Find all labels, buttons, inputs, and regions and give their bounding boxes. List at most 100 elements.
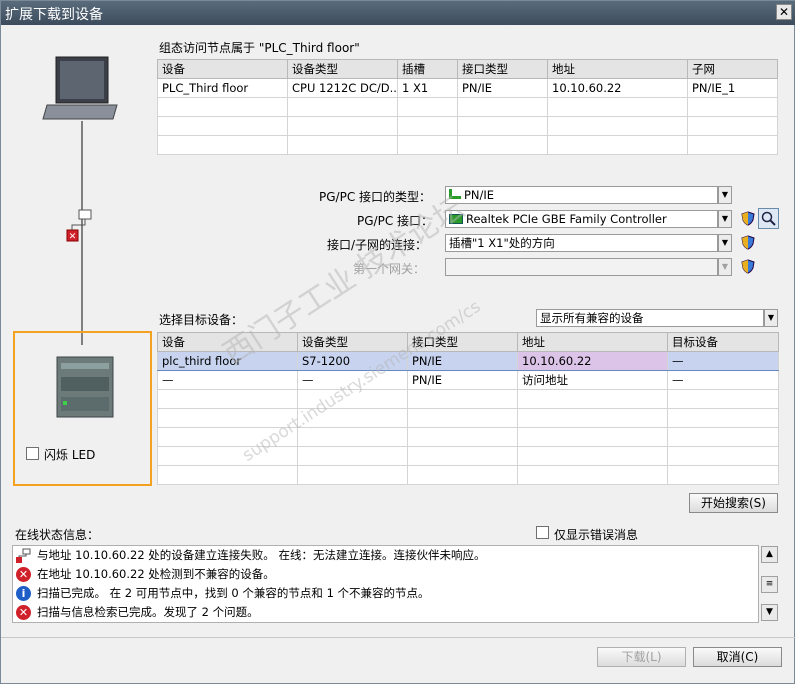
pnie-icon	[449, 189, 461, 199]
network-card-icon	[449, 214, 463, 224]
cell-device-type: S7-1200	[297, 351, 408, 371]
error-icon: ✕	[16, 605, 31, 620]
col-slot: 插槽	[397, 59, 458, 79]
status-message-text: 扫描已完成。 在 2 可用节点中，找到 0 个兼容的节点和 1 个不兼容的节点。	[37, 586, 430, 600]
col-device: 设备	[157, 332, 298, 352]
pgpc-type-label: PG/PC 接口的类型：	[319, 190, 432, 204]
col-interface-type: 接口类型	[407, 332, 518, 352]
pgpc-laptop-icon	[42, 56, 118, 120]
table-row-empty	[157, 97, 778, 117]
scroll-up-icon[interactable]: ▲	[761, 546, 778, 563]
table-row-empty	[157, 116, 778, 136]
pgpc-interface-value: Realtek PCIe GBE Family Controller	[466, 212, 667, 226]
target-filter-value: 显示所有兼容的设备	[540, 311, 644, 325]
footer-divider	[1, 637, 795, 638]
subnet-connection-value: 插槽"1 X1"处的方向	[449, 236, 555, 250]
download-button: 下载(L)	[597, 647, 686, 667]
config-heading: 组态访问节点属于 "PLC_Third floor"	[159, 41, 360, 55]
gateway-select	[445, 258, 718, 276]
connection-error-icon	[16, 548, 31, 563]
status-scrollbar[interactable]: ▲ ≡ ▼	[761, 545, 780, 623]
cell-address: 10.10.60.22	[547, 78, 688, 98]
dialog-window: 扩展下载到设备 ✕ ✕ 闪烁 LED 组态访问节点属于 "PLC_Third f…	[0, 0, 795, 684]
cancel-button[interactable]: 取消(C)	[693, 647, 782, 667]
table-row-empty	[157, 389, 779, 409]
table-row[interactable]: — — PN/IE 访问地址 —	[157, 370, 779, 390]
config-node-table: 设备 设备类型 插槽 接口类型 地址 子网 PLC_Third floor CP…	[157, 59, 778, 155]
status-message: 与地址 10.10.60.22 处的设备建立连接失败。 在线：无法建立连接。连接…	[13, 546, 760, 565]
cell-interface-type: PN/IE	[407, 370, 518, 390]
col-device-type: 设备类型	[297, 332, 408, 352]
magnifier-icon	[761, 211, 776, 226]
status-message-text: 扫描与信息检索已完成。发现了 2 个问题。	[37, 605, 259, 619]
shield-icon[interactable]	[741, 235, 755, 250]
col-interface-type: 接口类型	[457, 59, 548, 79]
status-message-text: 与地址 10.10.60.22 处的设备建立连接失败。 在线：无法建立连接。连接…	[37, 548, 486, 562]
cell-device: plc_third floor	[157, 351, 298, 371]
table-row[interactable]: PLC_Third floor CPU 1212C DC/D... 1 X1 P…	[157, 78, 778, 98]
network-switch-icon: ✕	[66, 209, 92, 242]
error-icon: ✕	[16, 567, 31, 582]
cell-target-device: —	[667, 370, 779, 390]
table-row-empty	[157, 135, 778, 155]
scroll-thumb[interactable]: ≡	[761, 576, 778, 593]
cell-interface-type: PN/IE	[407, 351, 518, 371]
errors-only-label: 仅显示错误消息	[554, 528, 639, 542]
scroll-down-icon[interactable]: ▼	[761, 604, 778, 621]
col-device: 设备	[157, 59, 288, 79]
table-row-empty	[157, 427, 779, 447]
cell-slot: 1 X1	[397, 78, 458, 98]
cell-subnet: PN/IE_1	[687, 78, 778, 98]
cell-address: 10.10.60.22	[517, 351, 668, 371]
cell-device: PLC_Third floor	[157, 78, 288, 98]
table-row-empty	[157, 446, 779, 466]
errors-only-checkbox[interactable]	[536, 526, 549, 539]
info-icon: i	[16, 586, 31, 601]
pgpc-type-dropdown-icon[interactable]: ▼	[718, 186, 732, 204]
cell-target-device: —	[667, 351, 779, 371]
target-device-label: 选择目标设备：	[159, 313, 244, 327]
pgpc-type-select[interactable]: PN/IE	[445, 186, 718, 204]
col-target-device: 目标设备	[667, 332, 779, 352]
flash-led-label: 闪烁 LED	[44, 448, 96, 462]
svg-text:✕: ✕	[69, 232, 77, 242]
shield-icon[interactable]	[741, 211, 755, 226]
cell-address[interactable]: 访问地址	[517, 370, 668, 390]
table-row-empty	[157, 408, 779, 428]
status-message-text: 在地址 10.10.60.22 处检测到不兼容的设备。	[37, 567, 275, 581]
pgpc-type-value: PN/IE	[464, 188, 495, 202]
target-filter-select[interactable]: 显示所有兼容的设备	[536, 309, 764, 327]
target-filter-dropdown-icon[interactable]: ▼	[764, 309, 778, 327]
online-status-label: 在线状态信息：	[15, 528, 100, 542]
shield-icon[interactable]	[741, 259, 755, 274]
pgpc-interface-select[interactable]: Realtek PCIe GBE Family Controller	[445, 210, 718, 228]
plc-device-icon	[56, 356, 114, 418]
table-header-row: 设备 设备类型 接口类型 地址 目标设备	[157, 332, 779, 352]
subnet-connection-dropdown-icon[interactable]: ▼	[718, 234, 732, 252]
status-message: ✕ 在地址 10.10.60.22 处检测到不兼容的设备。	[13, 565, 760, 584]
subnet-connection-select[interactable]: 插槽"1 X1"处的方向	[445, 234, 718, 252]
start-search-button[interactable]: 开始搜索(S)	[689, 493, 778, 513]
col-address: 地址	[547, 59, 688, 79]
cell-device-type: CPU 1212C DC/D...	[287, 78, 398, 98]
target-device-panel: 闪烁 LED	[13, 331, 152, 486]
diagnostics-button[interactable]	[758, 208, 779, 229]
table-row-selected[interactable]: plc_third floor S7-1200 PN/IE 10.10.60.2…	[157, 351, 779, 371]
table-row-empty	[157, 465, 779, 485]
title-bar: 扩展下载到设备 ✕	[1, 1, 795, 25]
pgpc-interface-dropdown-icon[interactable]: ▼	[718, 210, 732, 228]
cell-interface-type: PN/IE	[457, 78, 548, 98]
status-message: ✕ 扫描与信息检索已完成。发现了 2 个问题。	[13, 603, 760, 622]
close-button[interactable]: ✕	[776, 4, 792, 20]
gateway-dropdown-icon: ▼	[718, 258, 732, 276]
flash-led-checkbox[interactable]	[26, 447, 39, 460]
col-device-type: 设备类型	[287, 59, 398, 79]
subnet-connection-label: 接口/子网的连接：	[327, 238, 428, 252]
col-subnet: 子网	[687, 59, 778, 79]
table-header-row: 设备 设备类型 插槽 接口类型 地址 子网	[157, 59, 778, 79]
status-message-list: 与地址 10.10.60.22 处的设备建立连接失败。 在线：无法建立连接。连接…	[12, 545, 759, 623]
cell-device-type: —	[297, 370, 408, 390]
pgpc-interface-label: PG/PC 接口：	[357, 214, 434, 228]
status-message: i 扫描已完成。 在 2 可用节点中，找到 0 个兼容的节点和 1 个不兼容的节…	[13, 584, 760, 603]
col-address: 地址	[517, 332, 668, 352]
